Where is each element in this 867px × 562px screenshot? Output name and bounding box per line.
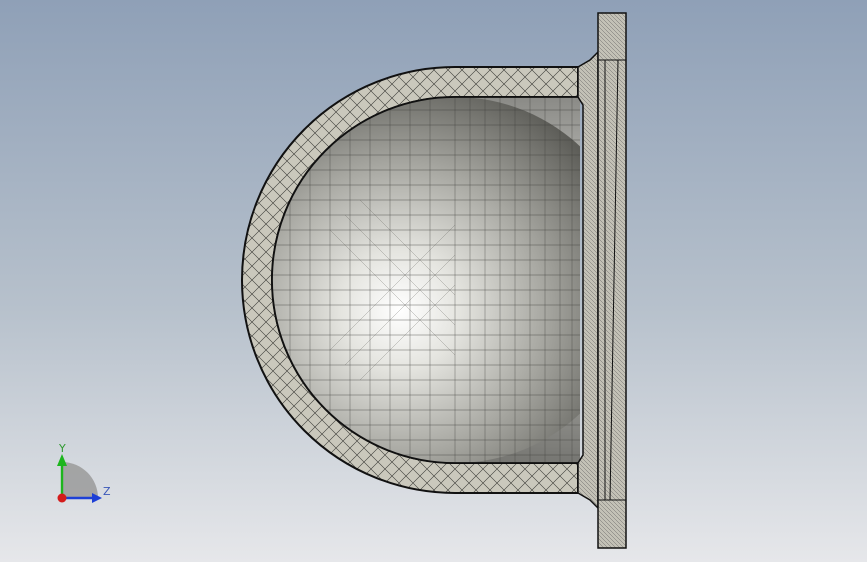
orientation-triad[interactable] [44,440,120,512]
neck-section [577,50,599,510]
flange-section [597,12,627,549]
z-axis-label: Z [103,485,111,498]
graphics-viewport[interactable]: Y Z [0,0,867,562]
y-axis-label: Y [59,442,66,455]
dome-cap-model[interactable] [0,0,867,562]
y-axis-head [57,454,67,466]
triad-plane-quadrant [62,462,98,498]
x-axis-dot [57,493,67,503]
